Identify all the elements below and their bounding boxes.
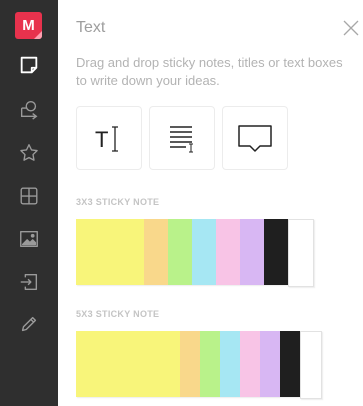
sticky-5x3-swatch-7[interactable] <box>280 331 300 397</box>
sticky-3x3-swatch-5[interactable] <box>216 219 240 285</box>
close-icon[interactable] <box>341 18 361 38</box>
speech-bubble-icon <box>238 125 272 152</box>
comment-tool-button[interactable] <box>222 106 288 170</box>
sticky-3x3-swatch-6[interactable] <box>240 219 264 285</box>
sticky-3x3-label: 3X3 STICKY NOTE <box>76 197 160 207</box>
sticky-3x3-swatch-4[interactable] <box>192 219 216 285</box>
paragraph-tool-button[interactable] <box>149 106 215 170</box>
sticky-5x3-swatch-3[interactable] <box>200 331 220 397</box>
sticky-3x3-swatch-1[interactable] <box>76 219 144 285</box>
panel-title: Text <box>76 19 106 36</box>
sidebar-item-images[interactable] <box>0 221 58 257</box>
shapes-icon <box>20 100 38 120</box>
grid-icon <box>20 187 38 205</box>
sticky-3x3-swatch-8[interactable] <box>288 219 314 287</box>
sticky-5x3-swatch-8[interactable] <box>300 331 322 399</box>
sticky-5x3-swatch-5[interactable] <box>240 331 260 397</box>
star-icon <box>20 144 38 161</box>
sidebar-item-import[interactable] <box>0 264 58 300</box>
sidebar-item-sticky-notes[interactable] <box>0 47 58 83</box>
sidebar: M <box>0 0 58 406</box>
sticky-3x3-swatch-7[interactable] <box>264 219 288 285</box>
sticky-5x3-swatch-1[interactable] <box>76 331 180 397</box>
sticky-5x3-swatch-4[interactable] <box>220 331 240 397</box>
sticky-5x3-swatch-6[interactable] <box>260 331 280 397</box>
sticky-3x3-swatch-3[interactable] <box>168 219 192 285</box>
text-cursor-icon: T <box>95 126 118 152</box>
panel-description: Drag and drop sticky notes, titles or te… <box>76 55 343 88</box>
text-tool-button[interactable]: T <box>76 106 142 170</box>
logo-letter: M <box>22 17 35 34</box>
app-logo[interactable]: M <box>15 12 42 39</box>
sticky-note-icon <box>20 56 38 74</box>
sticky-5x3-label: 5X3 STICKY NOTE <box>76 309 160 319</box>
pencil-icon <box>21 316 37 332</box>
import-icon <box>20 273 38 291</box>
sidebar-item-shapes[interactable] <box>0 91 58 127</box>
sticky-3x3-swatch-2[interactable] <box>144 219 168 285</box>
sidebar-item-templates[interactable] <box>0 135 58 171</box>
sidebar-item-frames[interactable] <box>0 178 58 214</box>
sidebar-item-pen[interactable] <box>0 306 58 342</box>
sticky-5x3-swatch-2[interactable] <box>180 331 200 397</box>
image-icon <box>20 230 38 248</box>
paragraph-lines-icon <box>170 126 193 153</box>
logo-fold <box>34 31 42 39</box>
text-tool-glyph: T <box>95 127 108 152</box>
